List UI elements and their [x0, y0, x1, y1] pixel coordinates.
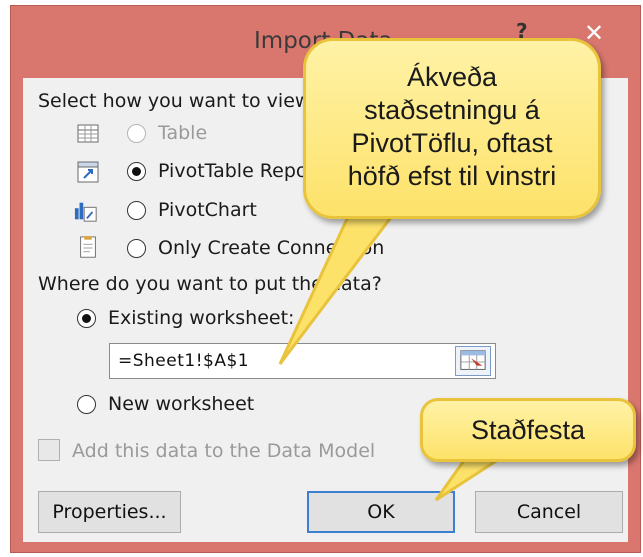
location-callout-line-3: PivotTöflu, oftast — [351, 128, 553, 158]
location-callout-line-1: Ákveða — [406, 62, 498, 92]
location-callout-line-4: höfð efst til vinstri — [347, 161, 557, 191]
location-callout-pointer — [278, 206, 402, 365]
location-callout: Ákveða staðsetningu á PivotTöflu, oftast… — [303, 38, 601, 219]
confirm-callout: Staðfesta — [420, 398, 636, 462]
location-callout-text: Ákveða staðsetningu á PivotTöflu, oftast… — [306, 41, 598, 193]
location-callout-line-2: staðsetningu á — [364, 95, 540, 125]
